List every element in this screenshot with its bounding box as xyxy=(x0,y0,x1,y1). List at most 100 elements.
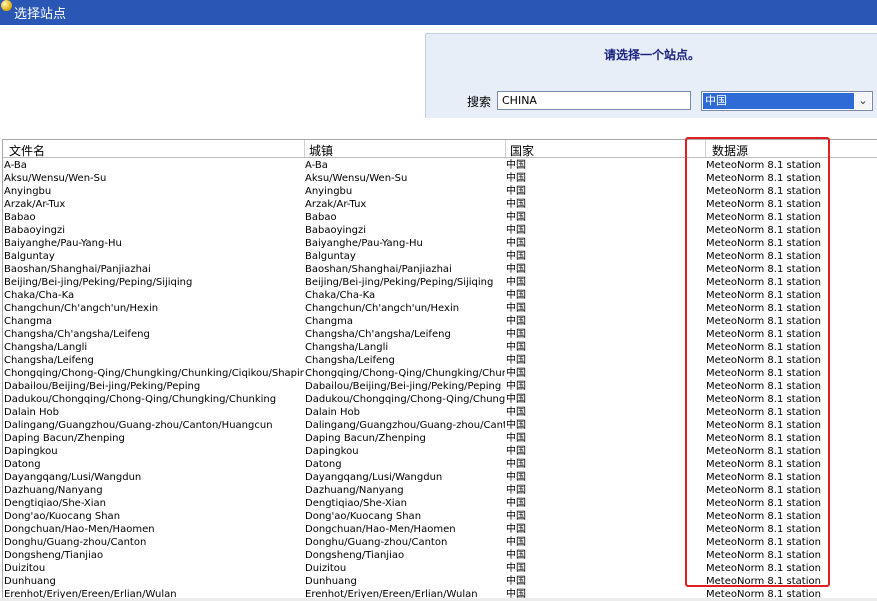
table-row[interactable]: Baiyanghe/Pau-Yang-Hu Baiyanghe/Pau-Yang-… xyxy=(3,237,877,250)
table-row[interactable]: Anyingbu Anyingbu 中国 MeteoNorm 8.1 station xyxy=(3,185,877,198)
cell-filename: Duizitou xyxy=(4,563,46,574)
table-row[interactable]: Dapingkou Dapingkou 中国 MeteoNorm 8.1 statio… xyxy=(3,445,877,458)
cell-town: Arzak/Ar-Tux xyxy=(305,199,367,210)
table-row[interactable]: Dadukou/Chongqing/Chong-Qing/Chungking/C… xyxy=(3,393,877,406)
cell-country: 中国 xyxy=(506,524,526,535)
column-header-country[interactable]: 国家 xyxy=(510,142,534,159)
cell-datasource: MeteoNorm 8.1 station xyxy=(706,472,821,483)
cell-country: 中国 xyxy=(506,238,526,249)
cell-town: Dapingkou xyxy=(305,446,359,457)
table-row[interactable]: Dazhuang/Nanyang Dazhuang/Nanyang 中国 MeteoN… xyxy=(3,484,877,497)
cell-datasource: MeteoNorm 8.1 station xyxy=(706,485,821,496)
cell-datasource: MeteoNorm 8.1 station xyxy=(706,225,821,236)
table-row[interactable]: Chaka/Cha-Ka Chaka/Cha-Ka 中国 MeteoNorm 8.1 … xyxy=(3,289,877,302)
cell-country: 中国 xyxy=(506,251,526,262)
cell-filename: Dadukou/Chongqing/Chong-Qing/Chungking/C… xyxy=(4,394,277,405)
column-header-datasource[interactable]: 数据源 xyxy=(712,142,748,159)
column-header-filename[interactable]: 文件名 xyxy=(9,142,45,159)
table-row[interactable]: Changsha/Langli Changsha/Langli 中国 MeteoNor… xyxy=(3,341,877,354)
cell-filename: Dongsheng/Tianjiao xyxy=(4,550,104,561)
table-row[interactable]: Dalain Hob Dalain Hob 中国 MeteoNorm 8.1 stat… xyxy=(3,406,877,419)
cell-datasource: MeteoNorm 8.1 station xyxy=(706,511,821,522)
cell-filename: Dalingang/Guangzhou/Guang-zhou/Canton/Hu… xyxy=(4,420,273,431)
cell-datasource: MeteoNorm 8.1 station xyxy=(706,316,821,327)
table-row[interactable]: Dong'ao/Kuocang Shan Dong'ao/Kuocang Shan… xyxy=(3,510,877,523)
cell-town: A-Ba xyxy=(305,160,328,171)
cell-filename: Dapingkou xyxy=(4,446,58,457)
cell-datasource: MeteoNorm 8.1 station xyxy=(706,407,821,418)
cell-country: 中国 xyxy=(506,576,526,587)
select-station-prompt: 请选择一个站点。 xyxy=(603,48,700,62)
cell-town: Dong'ao/Kuocang Shan xyxy=(305,511,422,522)
table-row[interactable]: Babaoyingzi Babaoyingzi 中国 MeteoNorm 8.1 st… xyxy=(3,224,877,237)
cell-country: 中国 xyxy=(506,355,526,366)
cell-town: Anyingbu xyxy=(305,186,353,197)
table-body: A-Ba A-Ba 中国 MeteoNorm 8.1 station Aksu/Wens… xyxy=(3,159,877,600)
cell-town: Datong xyxy=(305,459,342,470)
cell-country: 中国 xyxy=(506,316,526,327)
table-row[interactable]: Babao Babao 中国 MeteoNorm 8.1 station xyxy=(3,211,877,224)
search-input[interactable] xyxy=(497,91,691,110)
cell-town: Dunhuang xyxy=(305,576,357,587)
cell-filename: Anyingbu xyxy=(4,186,52,197)
table-row[interactable]: Changsha/Ch'angsha/Leifeng Changsha/Ch'an… xyxy=(3,328,877,341)
cell-town: Babao xyxy=(305,212,337,223)
search-panel: 请选择一个站点。 搜索 中国 ⌄ xyxy=(425,33,877,118)
table-row[interactable]: A-Ba A-Ba 中国 MeteoNorm 8.1 station xyxy=(3,159,877,172)
table-row[interactable]: Changsha/Leifeng Changsha/Leifeng 中国 MeteoN… xyxy=(3,354,877,367)
table-row[interactable]: Dalingang/Guangzhou/Guang-zhou/Canton/Hu… xyxy=(3,419,877,432)
table-row[interactable]: Arzak/Ar-Tux Arzak/Ar-Tux 中国 MeteoNorm 8.1 … xyxy=(3,198,877,211)
cell-country: 中国 xyxy=(506,459,526,470)
column-divider[interactable] xyxy=(505,140,506,157)
cell-filename: Changsha/Ch'angsha/Leifeng xyxy=(4,329,150,340)
table-row[interactable]: Changma Changma 中国 MeteoNorm 8.1 station xyxy=(3,315,877,328)
table-row[interactable]: Baoshan/Shanghai/Panjiazhai Baoshan/Shang… xyxy=(3,263,877,276)
table-row[interactable]: Balguntay Balguntay 中国 MeteoNorm 8.1 statio… xyxy=(3,250,877,263)
table-row[interactable]: Dunhuang Dunhuang 中国 MeteoNorm 8.1 station xyxy=(3,575,877,588)
table-row[interactable]: Dengtiqiao/She-Xian Dengtiqiao/She-Xian 中国… xyxy=(3,497,877,510)
table-header: 文件名 城镇 国家 数据源 xyxy=(3,140,877,158)
cell-country: 中国 xyxy=(506,277,526,288)
cell-filename: Baoshan/Shanghai/Panjiazhai xyxy=(4,264,151,275)
title-bar: 选择站点 xyxy=(0,0,877,25)
column-divider[interactable] xyxy=(705,140,706,157)
cell-country: 中国 xyxy=(506,511,526,522)
column-header-town[interactable]: 城镇 xyxy=(309,142,333,159)
cell-town: Dayangqang/Lusi/Wangdun xyxy=(305,472,443,483)
table-row[interactable]: Dongsheng/Tianjiao Dongsheng/Tianjiao 中国 Me… xyxy=(3,549,877,562)
cell-filename: Dongchuan/Hao-Men/Haomen xyxy=(4,524,155,535)
table-row[interactable]: Beijing/Bei-jing/Peking/Peping/Sijiqing B… xyxy=(3,276,877,289)
column-divider[interactable] xyxy=(304,140,305,157)
cell-town: Dalain Hob xyxy=(305,407,361,418)
cell-datasource: MeteoNorm 8.1 station xyxy=(706,355,821,366)
cell-datasource: MeteoNorm 8.1 station xyxy=(706,264,821,275)
table-row[interactable]: Aksu/Wensu/Wen-Su Aksu/Wensu/Wen-Su 中国 Mete… xyxy=(3,172,877,185)
cell-datasource: MeteoNorm 8.1 station xyxy=(706,160,821,171)
table-row[interactable]: Datong Datong 中国 MeteoNorm 8.1 station xyxy=(3,458,877,471)
cell-filename: Baiyanghe/Pau-Yang-Hu xyxy=(4,238,122,249)
cell-filename: Aksu/Wensu/Wen-Su xyxy=(4,173,107,184)
table-row[interactable]: Duizitou Duizitou 中国 MeteoNorm 8.1 station xyxy=(3,562,877,575)
table-row[interactable]: Dabailou/Beijing/Bei-jing/Peking/Peping D… xyxy=(3,380,877,393)
cell-datasource: MeteoNorm 8.1 station xyxy=(706,303,821,314)
table-row[interactable]: Daping Bacun/Zhenping Daping Bacun/Zhenpi… xyxy=(3,432,877,445)
table-row[interactable]: Donghu/Guang-zhou/Canton Donghu/Guang-zho… xyxy=(3,536,877,549)
cell-town: Dalingang/Guangzhou/Guang-zhou/Canton xyxy=(305,420,505,431)
table-row[interactable]: Dayangqang/Lusi/Wangdun Dayangqang/Lusi/W… xyxy=(3,471,877,484)
cell-town: Dadukou/Chongqing/Chong-Qing/Chungking xyxy=(305,394,505,405)
table-row[interactable]: Chongqing/Chong-Qing/Chungking/Chunking/… xyxy=(3,367,877,380)
country-select[interactable]: 中国 ⌄ xyxy=(701,91,873,111)
cell-town: Babaoyingzi xyxy=(305,225,366,236)
cell-datasource: MeteoNorm 8.1 station xyxy=(706,277,821,288)
table-row[interactable]: Changchun/Ch'angch'un/Hexin Changchun/Ch'… xyxy=(3,302,877,315)
cell-datasource: MeteoNorm 8.1 station xyxy=(706,524,821,535)
table-row[interactable]: Dongchuan/Hao-Men/Haomen Dongchuan/Hao-Me… xyxy=(3,523,877,536)
cell-town: Dazhuang/Nanyang xyxy=(305,485,404,496)
cell-town: Chaka/Cha-Ka xyxy=(305,290,376,301)
cell-country: 中国 xyxy=(506,160,526,171)
cell-town: Dengtiqiao/She-Xian xyxy=(305,498,408,509)
cell-filename: Donghu/Guang-zhou/Canton xyxy=(4,537,147,548)
cell-country: 中国 xyxy=(506,264,526,275)
chevron-down-icon[interactable]: ⌄ xyxy=(855,93,871,109)
cell-filename: Dunhuang xyxy=(4,576,56,587)
